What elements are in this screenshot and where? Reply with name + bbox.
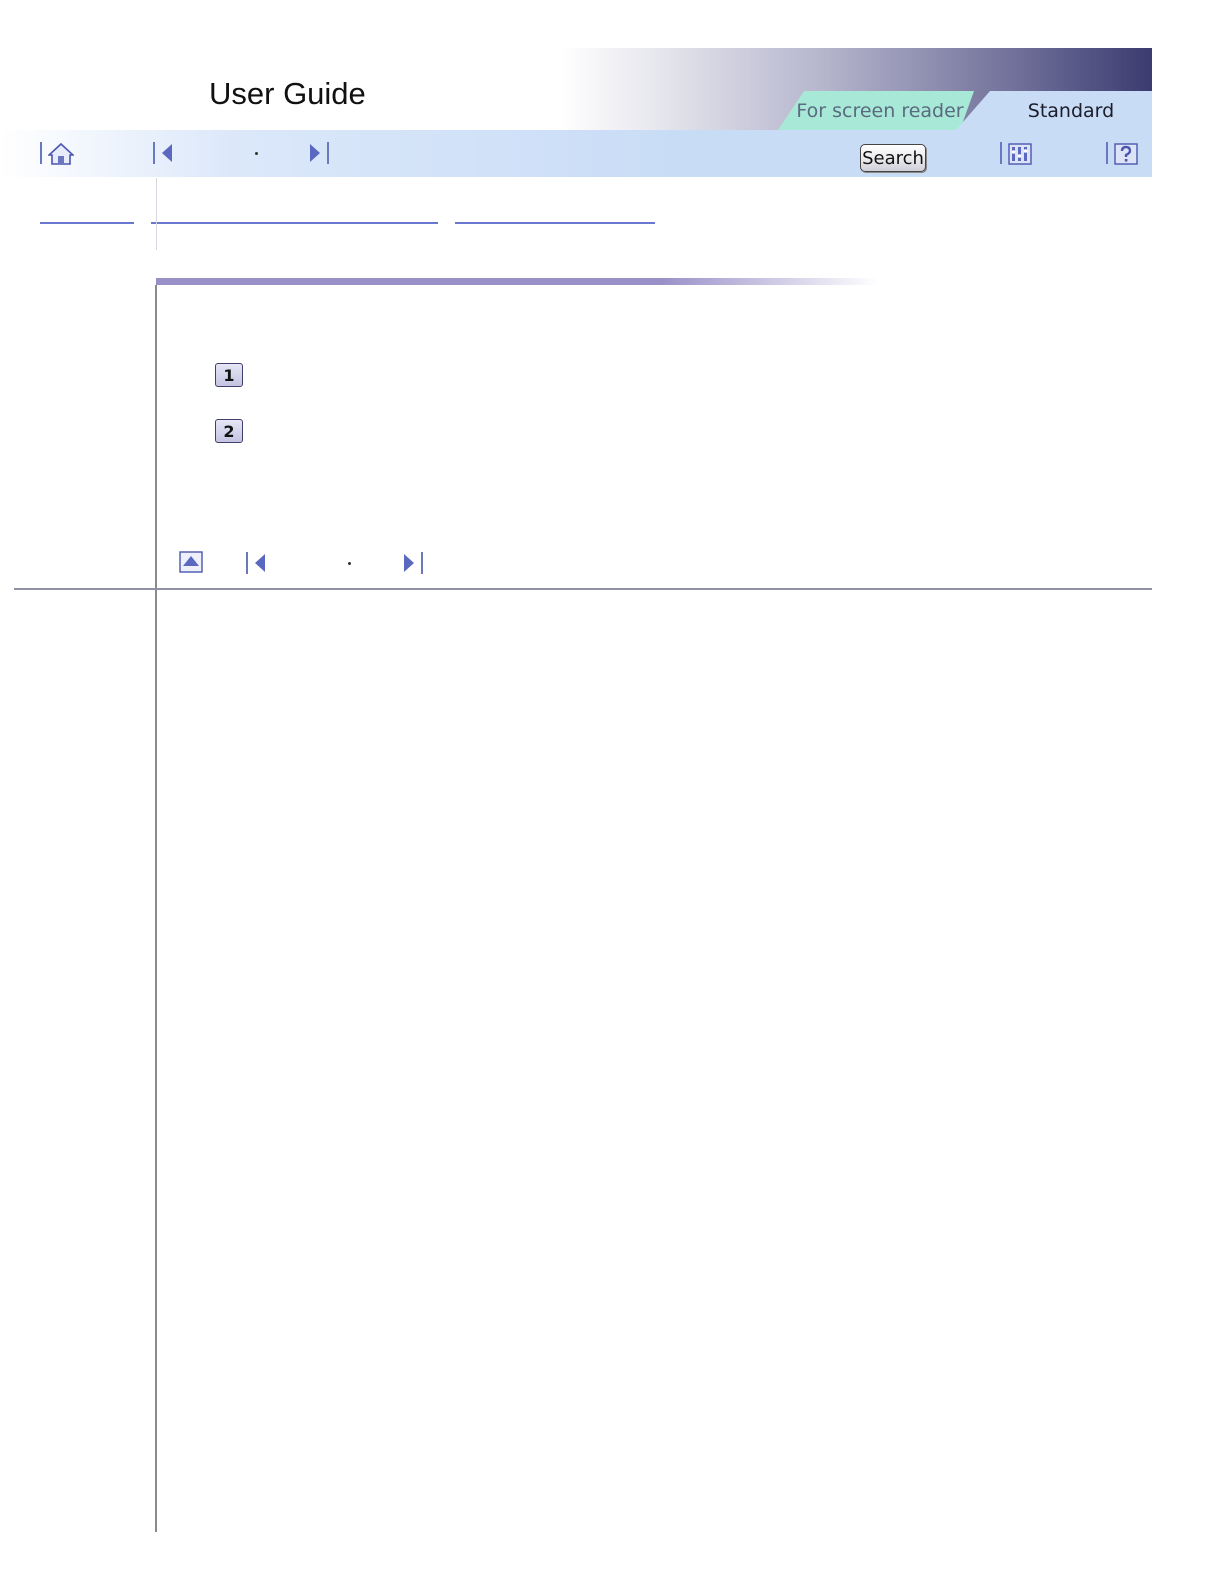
toolbar-separator bbox=[1000, 142, 1002, 164]
previous-icon[interactable] bbox=[253, 552, 267, 574]
tab-standard[interactable]: Standard bbox=[956, 91, 1152, 130]
breadcrumb-link[interactable] bbox=[455, 222, 655, 224]
tab-label: For screen reader bbox=[796, 100, 964, 122]
step-number-badge: 2 bbox=[215, 419, 243, 443]
previous-icon[interactable] bbox=[160, 142, 174, 164]
breadcrumb-link[interactable] bbox=[151, 222, 438, 224]
nav-separator bbox=[246, 552, 248, 574]
breadcrumb-link[interactable] bbox=[40, 222, 134, 224]
search-button[interactable]: Search bbox=[860, 144, 926, 172]
back-to-top-icon[interactable] bbox=[179, 551, 203, 573]
toolbar-separator bbox=[153, 142, 155, 164]
toolbar-separator bbox=[1106, 142, 1108, 164]
help-icon[interactable] bbox=[1114, 143, 1138, 165]
header: User Guide For screen reader Standard Se… bbox=[0, 0, 1224, 178]
home-icon[interactable] bbox=[48, 142, 74, 166]
toolbar-dot bbox=[255, 152, 258, 155]
content-divider bbox=[155, 285, 157, 1532]
next-icon[interactable] bbox=[402, 552, 416, 574]
nav-dot bbox=[348, 562, 351, 565]
tab-label: Standard bbox=[1027, 100, 1115, 122]
contents-icon[interactable] bbox=[1008, 143, 1032, 165]
toolbar-separator bbox=[40, 142, 42, 164]
nav-separator bbox=[421, 552, 423, 574]
page-title-bar bbox=[156, 278, 878, 285]
sidebar-divider bbox=[156, 178, 157, 250]
footer-divider bbox=[14, 588, 1152, 590]
step-number-badge: 1 bbox=[215, 363, 243, 387]
toolbar-separator bbox=[327, 142, 329, 164]
app-title: User Guide bbox=[209, 76, 366, 111]
tab-for-screen-reader[interactable]: For screen reader bbox=[778, 91, 974, 130]
next-icon[interactable] bbox=[308, 142, 322, 164]
